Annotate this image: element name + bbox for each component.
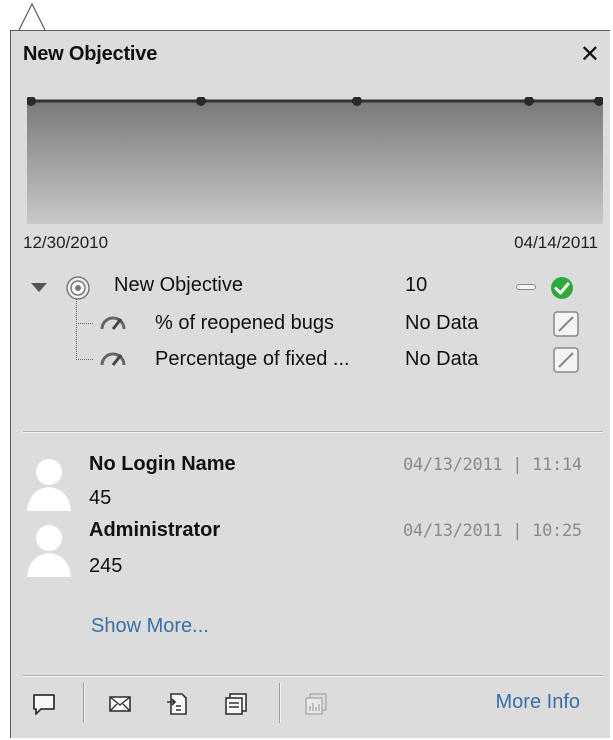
- user-avatar-icon: [27, 525, 71, 577]
- tree-connector: [76, 323, 93, 360]
- no-data-status-icon: [553, 347, 579, 373]
- tree-connector: [76, 299, 93, 324]
- target-icon: [66, 276, 90, 300]
- toolbar-separator: [83, 683, 85, 723]
- export-icon[interactable]: [165, 691, 191, 717]
- activity-value: 45: [89, 487, 112, 509]
- popup-title: New Objective: [23, 43, 158, 65]
- timeline-chart: [27, 97, 603, 224]
- metric-value: No Data: [405, 312, 479, 334]
- timeline-area: [27, 102, 603, 224]
- gauge-icon: [100, 352, 126, 366]
- list-icon[interactable]: [223, 691, 249, 717]
- metric-value: No Data: [405, 348, 479, 370]
- popup-pointer: [18, 2, 46, 32]
- activity-user: No Login Name: [89, 453, 236, 475]
- timeline-start-date: 12/30/2010: [23, 233, 109, 252]
- activity-value: 245: [89, 555, 123, 577]
- section-divider: [23, 431, 603, 433]
- activity-user: Administrator: [89, 519, 221, 541]
- close-button[interactable]: ✕: [580, 43, 600, 67]
- objective-popup: New Objective ✕ 12/30/2010 04/14/2011 Ne…: [10, 30, 610, 738]
- trend-flat-icon: [516, 284, 536, 290]
- mail-icon[interactable]: [107, 691, 133, 717]
- activity-timestamp: 04/13/2011 | 11:14: [403, 455, 582, 475]
- objective-name[interactable]: New Objective: [114, 271, 243, 299]
- no-data-status-icon: [553, 311, 579, 337]
- user-avatar-icon: [27, 459, 71, 511]
- comment-icon[interactable]: [31, 691, 57, 717]
- timeline-end-date: 04/14/2011: [514, 233, 598, 252]
- check-icon: [551, 277, 573, 299]
- toolbar-divider: [23, 675, 603, 677]
- chart-icon: [305, 693, 327, 715]
- more-info-link[interactable]: More Info: [496, 691, 580, 714]
- toolbar-separator: [279, 683, 281, 723]
- objective-value: 10: [405, 274, 428, 296]
- activity-timestamp: 04/13/2011 | 10:25: [403, 521, 582, 541]
- collapse-arrow-icon[interactable]: [31, 283, 47, 292]
- metric-name[interactable]: % of reopened bugs: [155, 309, 334, 337]
- show-more-link[interactable]: Show More...: [91, 615, 209, 638]
- gauge-icon: [100, 316, 126, 330]
- metric-name[interactable]: Percentage of fixed ...: [155, 345, 350, 373]
